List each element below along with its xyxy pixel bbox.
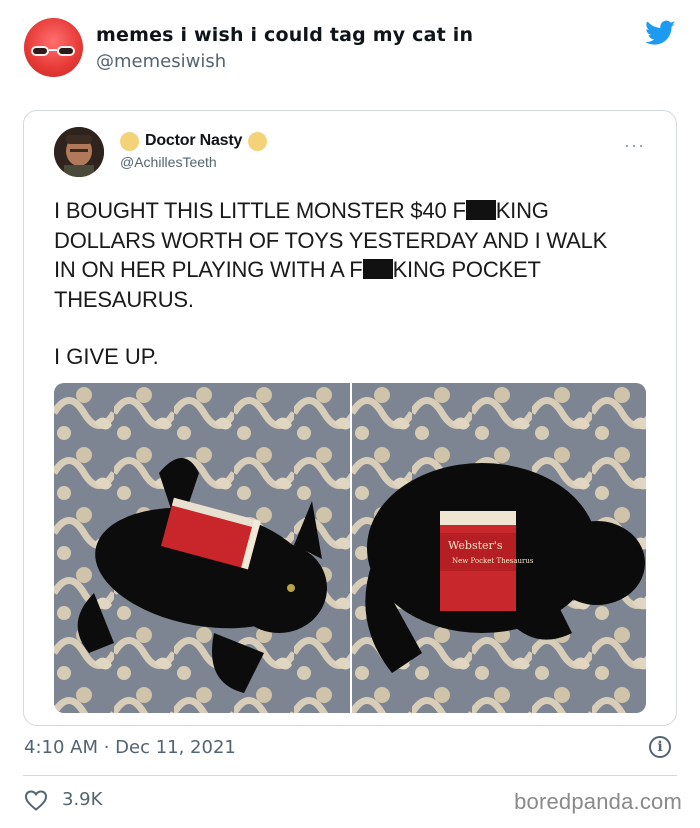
display-name[interactable]: memes i wish i could tag my cat in (96, 24, 473, 46)
quoted-display-name[interactable]: Doctor Nasty (145, 132, 242, 150)
text-line: DOLLARS WORTH OF TOYS YESTERDAY AND I WA… (54, 227, 608, 253)
info-icon[interactable]: i (649, 736, 671, 758)
text-line: I BOUGHT THIS LITTLE MONSTER $40 F (54, 198, 466, 223)
quoted-tweet-text-2: I GIVE UP. (54, 344, 159, 369)
quoted-handle[interactable]: @AchillesTeeth (120, 154, 217, 170)
cat-with-book-image: Webster's New Pocket Thesaurus (352, 383, 646, 713)
source-watermark: boredpanda.com (514, 789, 682, 814)
text-line: IN ON HER PLAYING WITH A F (54, 257, 363, 282)
quoted-tweet-card[interactable]: Doctor Nasty @AchillesTeeth ··· I BOUGHT… (23, 110, 677, 726)
cat-with-book-image (54, 383, 350, 713)
book-title: Webster's (448, 539, 503, 552)
heart-icon[interactable] (24, 789, 48, 811)
text-line: THESAURUS. (54, 286, 194, 312)
text-line: KING (495, 198, 549, 223)
portrait-icon (54, 127, 104, 177)
quoted-avatar[interactable] (54, 127, 104, 177)
sunglasses-icon (31, 46, 75, 56)
quoted-name-row: Doctor Nasty (120, 130, 268, 152)
censor-bar (362, 259, 393, 279)
yellow-badge-icon (120, 131, 139, 151)
text-line: KING POCKET (392, 257, 541, 282)
cat-photo-left[interactable] (54, 383, 350, 713)
quoted-tweet-text: I BOUGHT THIS LITTLE MONSTER $40 F KING D… (54, 196, 654, 314)
user-handle[interactable]: @memesiwish (96, 51, 226, 72)
like-count[interactable]: 3.9K (62, 789, 102, 810)
twitter-bird-icon[interactable] (646, 20, 676, 46)
divider (23, 775, 677, 776)
book-subtitle: New Pocket Thesaurus (452, 557, 534, 565)
more-options-icon[interactable]: ··· (624, 135, 645, 156)
avatar[interactable] (24, 18, 83, 77)
yellow-badge-icon (248, 131, 268, 151)
censor-bar (465, 200, 496, 220)
tweet-timestamp[interactable]: 4:10 AM · Dec 11, 2021 (24, 737, 236, 758)
tweet-header: memes i wish i could tag my cat in @meme… (0, 0, 700, 100)
cat-photo-right[interactable]: Webster's New Pocket Thesaurus (352, 383, 646, 713)
